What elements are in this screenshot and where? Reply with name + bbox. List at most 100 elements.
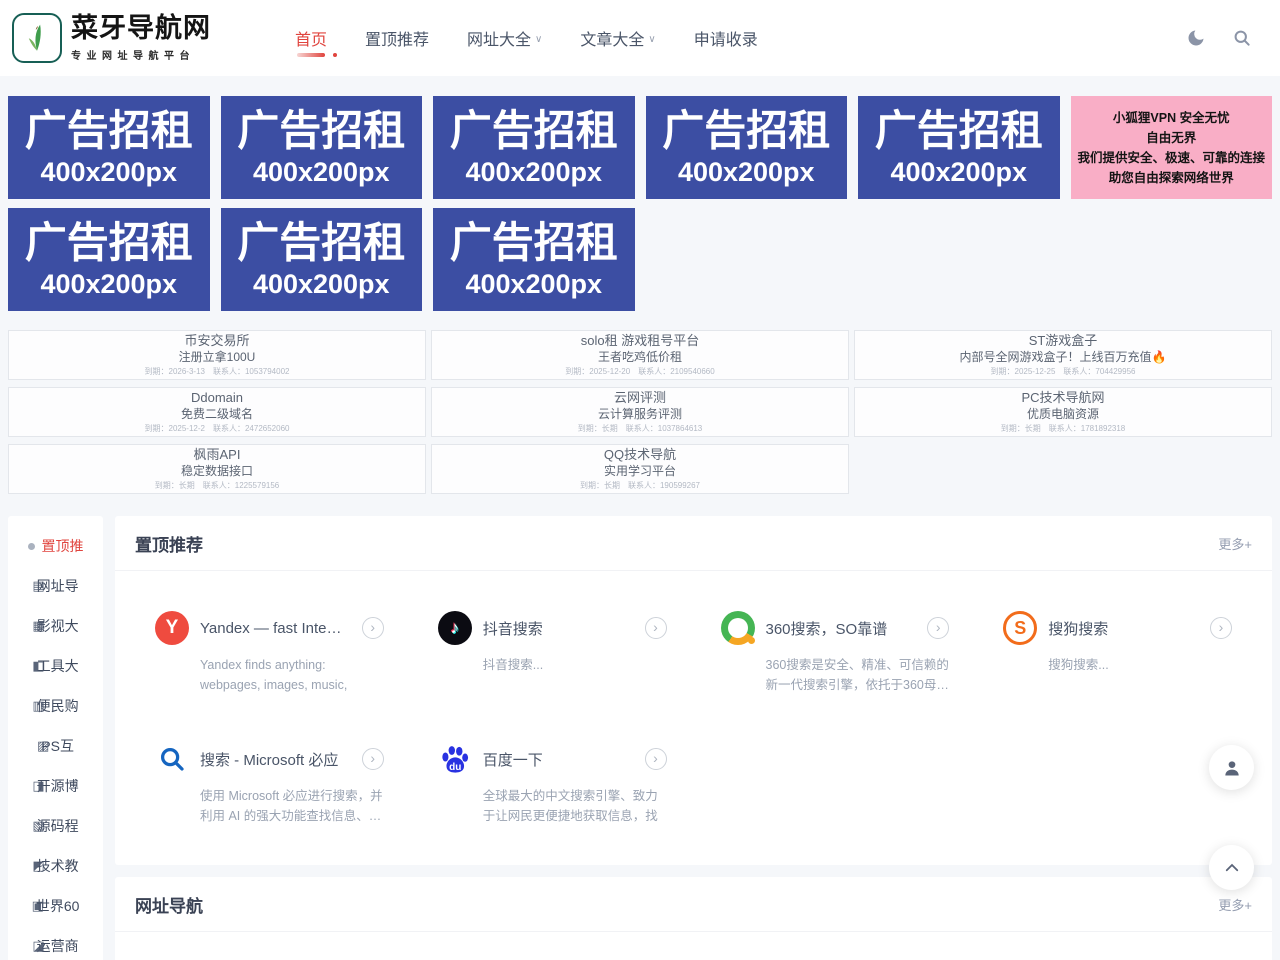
site-card-title: 搜索 - Microsoft 必应 xyxy=(200,749,356,770)
text-ad-subtitle: 免费二级域名 xyxy=(181,408,253,422)
sidebar-item-ps[interactable]: ▨ PS互 xyxy=(8,726,103,766)
text-ad-title: solo租 游戏租号平台 xyxy=(581,334,699,349)
category-icon: ▧ xyxy=(32,818,44,834)
arrow-right-icon[interactable]: › xyxy=(645,748,667,770)
arrow-right-icon[interactable]: › xyxy=(1210,617,1232,639)
text-ad-title: ST游戏盒子 xyxy=(1029,334,1098,349)
ad-banner-size: 400x200px xyxy=(890,159,1027,186)
svg-text:du: du xyxy=(449,762,461,773)
text-ad-subtitle: 实用学习平台 xyxy=(604,465,676,479)
arrow-right-icon[interactable]: › xyxy=(362,617,384,639)
sidebar-item-world60[interactable]: ▣ 世界60 xyxy=(8,886,103,926)
site-logo[interactable]: 菜牙导航网 专业网址导航平台 xyxy=(12,13,211,63)
text-ad-title: PC技术导航网 xyxy=(1021,391,1104,406)
more-link[interactable]: 更多+ xyxy=(1218,895,1252,914)
header: 菜牙导航网 专业网址导航平台 首页 置顶推荐 网址大全 ∨ 文章大全 ∨ 申请收… xyxy=(0,0,1280,76)
ad-banner[interactable]: 广告招租 400x200px xyxy=(221,96,423,199)
nav-item-articles[interactable]: 文章大全 ∨ xyxy=(580,26,655,50)
sidebar-item-tools[interactable]: ◧ 工具大 xyxy=(8,646,103,686)
text-ad-title: 币安交易所 xyxy=(184,334,249,349)
sites-section-header: 网址导航 更多+ xyxy=(115,877,1272,932)
site-card-sogou[interactable]: S 搜狗搜索 › 搜狗搜索... xyxy=(1003,611,1232,696)
logo-text: 菜牙导航网 专业网址导航平台 xyxy=(71,14,211,62)
site-card-360[interactable]: 360搜索，SO靠谱 › 360搜索是安全、精准、可信赖的新一代搜索引擎，依托于… xyxy=(721,611,950,696)
ad-banner-size: 400x200px xyxy=(678,159,815,186)
sidebar-item-movies[interactable]: ▦ 影视大 xyxy=(8,606,103,646)
text-ad[interactable]: 云网评测 云计算服务评测 到期：长期 联系人：1037864613 xyxy=(431,387,849,437)
sidebar-item-pinned[interactable]: 置顶推 xyxy=(8,526,103,566)
vpn-ad-banner[interactable]: 小狐狸VPN 安全无忧 自由无界 我们提供安全、极速、可靠的连接 助您自由探索网… xyxy=(1071,96,1273,199)
baidu-paw-icon: du xyxy=(438,742,472,776)
nav-item-home[interactable]: 首页 xyxy=(295,26,327,50)
text-ad-meta: 到期：长期 联系人：1225579156 xyxy=(155,482,280,490)
nav-label: 申请收录 xyxy=(694,26,758,50)
site-card-douyin[interactable]: ♪ 抖音搜索 › 抖音搜索... xyxy=(438,611,667,696)
ad-banner-size: 400x200px xyxy=(253,159,390,186)
search-icon[interactable] xyxy=(1232,28,1252,48)
nav-item-sites[interactable]: 网址大全 ∨ xyxy=(467,26,542,50)
yandex-icon: Y xyxy=(155,611,189,645)
ad-banner-size: 400x200px xyxy=(465,271,602,298)
ad-banner-title: 广告招租 xyxy=(237,222,405,264)
ad-banner-title: 广告招租 xyxy=(25,110,193,152)
sidebar-item-opensource[interactable]: ◨ 开源博 xyxy=(8,766,103,806)
arrow-right-icon[interactable]: › xyxy=(645,617,667,639)
ad-banner[interactable]: 广告招租 400x200px xyxy=(858,96,1060,199)
section-title: 网址导航 xyxy=(135,892,203,917)
text-ad-grid: 币安交易所 注册立拿100U 到期：2026-3-13 联系人：10537940… xyxy=(8,330,1272,494)
ad-banner[interactable]: 广告招租 400x200px xyxy=(646,96,848,199)
text-ad[interactable]: PC技术导航网 优质电脑资源 到期：长期 联系人：1781892318 xyxy=(854,387,1272,437)
text-ad-title: Ddomain xyxy=(191,391,243,406)
site-card-yandex[interactable]: Y Yandex — fast Inte… › Yandex finds any… xyxy=(155,611,384,696)
ad-banner[interactable]: 广告招租 400x200px xyxy=(433,208,635,311)
category-icon: ◪ xyxy=(32,938,44,954)
page: 菜牙导航网 专业网址导航平台 首页 置顶推荐 网址大全 ∨ 文章大全 ∨ 申请收… xyxy=(0,0,1280,960)
category-icon: ◨ xyxy=(32,778,44,794)
sidebar-item-tutorials[interactable]: ◩ 技术教 xyxy=(8,846,103,886)
vpn-ad-line: 小狐狸VPN 安全无忧 xyxy=(1113,108,1230,128)
chevron-up-icon xyxy=(1223,859,1241,877)
site-subtitle: 专业网址导航平台 xyxy=(71,47,211,62)
dark-mode-moon-icon[interactable] xyxy=(1186,28,1206,48)
ad-banner[interactable]: 广告招租 400x200px xyxy=(433,96,635,199)
text-ad[interactable]: QQ技术导航 实用学习平台 到期：长期 联系人：190599267 xyxy=(431,444,849,494)
nav-label: 首页 xyxy=(295,26,327,50)
text-ad-title: QQ技术导航 xyxy=(604,448,676,463)
sidebar-item-sourcecode[interactable]: ▧ 源码程 xyxy=(8,806,103,846)
arrow-right-icon[interactable]: › xyxy=(362,748,384,770)
user-fab-button[interactable] xyxy=(1209,745,1254,790)
ad-banner-title: 广告招租 xyxy=(662,110,830,152)
nav-item-submit[interactable]: 申请收录 xyxy=(694,26,758,50)
douyin-icon: ♪ xyxy=(438,611,472,645)
text-ad-title: 云网评测 xyxy=(614,391,666,406)
text-ad[interactable]: ST游戏盒子 内部号全网游戏盒子！上线百万充值🔥 到期：2025-12-25 联… xyxy=(854,330,1272,380)
active-dot-icon xyxy=(28,543,35,550)
sidebar-item-sites[interactable]: ▤ 网址导 xyxy=(8,566,103,606)
site-card-bing[interactable]: 搜索 - Microsoft 必应 › 使用 Microsoft 必应进行搜索，… xyxy=(155,742,384,827)
site-card-baidu[interactable]: du 百度一下 › 全球最大的中文搜索引擎、致力于让网民更便捷地获取信息，找到… xyxy=(438,742,667,827)
text-ad-subtitle: 云计算服务评测 xyxy=(598,408,682,422)
category-icon: ◩ xyxy=(32,858,44,874)
text-ad[interactable]: Ddomain 免费二级域名 到期：2025-12-2 联系人：24726520… xyxy=(8,387,426,437)
site-card-title: 百度一下 xyxy=(483,749,639,770)
scroll-top-button[interactable] xyxy=(1209,845,1254,890)
text-ad-meta: 到期：长期 联系人：190599267 xyxy=(580,482,700,490)
text-ad[interactable]: 枫雨API 稳定数据接口 到期：长期 联系人：1225579156 xyxy=(8,444,426,494)
text-ad-title: 枫雨API xyxy=(194,448,241,463)
sidebar-item-shopping[interactable]: ▥ 便民购 xyxy=(8,686,103,726)
ad-banner[interactable]: 广告招租 400x200px xyxy=(8,96,210,199)
nav-item-pinned[interactable]: 置顶推荐 xyxy=(365,26,429,50)
text-ad-subtitle: 注册立拿100U xyxy=(179,351,256,365)
pinned-section: 置顶推荐 更多+ Y Yandex — fast Inte… › Yandex … xyxy=(115,516,1272,865)
text-ad[interactable]: solo租 游戏租号平台 王者吃鸡低价租 到期：2025-12-20 联系人：2… xyxy=(431,330,849,380)
ad-banner[interactable]: 广告招租 400x200px xyxy=(8,208,210,311)
category-sidebar: 置顶推 ▤ 网址导 ▦ 影视大 ◧ 工具大 ▥ 便民购 ▨ PS互 xyxy=(8,516,103,960)
sidebar-item-carrier[interactable]: ◪ 运营商 xyxy=(8,926,103,960)
arrow-right-icon[interactable]: › xyxy=(927,617,949,639)
text-ad[interactable]: 币安交易所 注册立拿100U 到期：2026-3-13 联系人：10537940… xyxy=(8,330,426,380)
more-link[interactable]: 更多+ xyxy=(1218,534,1252,553)
vpn-ad-line: 我们提供安全、极速、可靠的连接 xyxy=(1077,148,1265,168)
nav-label: 网址大全 xyxy=(467,26,531,50)
ad-banner[interactable]: 广告招租 400x200px xyxy=(221,208,423,311)
site-card-title: 搜狗搜索 xyxy=(1048,618,1204,639)
